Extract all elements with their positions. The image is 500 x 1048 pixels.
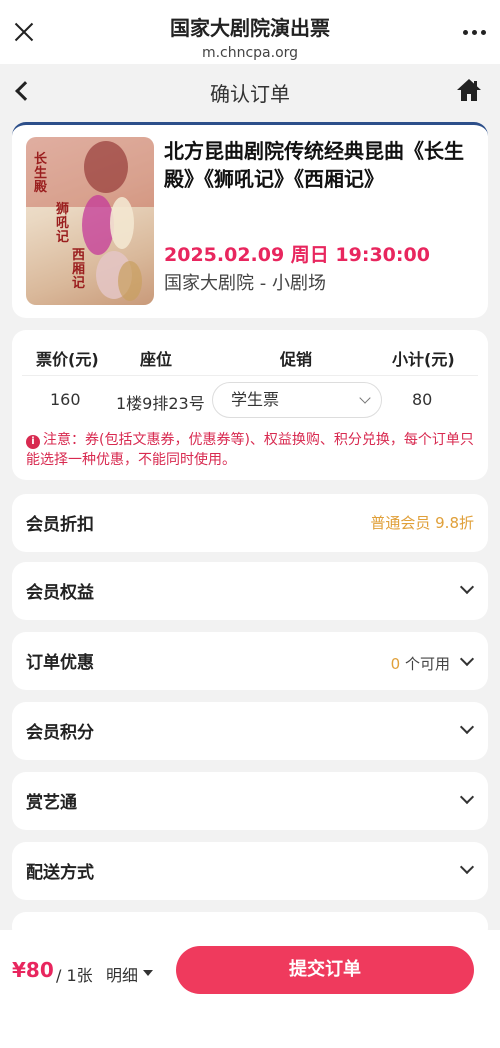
- chevron-down-icon: [459, 789, 475, 805]
- chevron-down-icon: [459, 859, 475, 875]
- order-discount-available: 0 个可用: [391, 653, 450, 674]
- chevron-down-icon: [459, 579, 475, 595]
- ticket-subtotal: 80: [412, 390, 433, 409]
- shangyitong-label: 赏艺通: [26, 793, 77, 813]
- delivery-label: 配送方式: [26, 863, 94, 883]
- show-card: 长生殿 狮吼记 西厢记 北方昆曲剧院传统经典昆曲《长生殿》《狮吼记》《西厢记》 …: [12, 122, 488, 318]
- available-suffix: 个可用: [400, 655, 450, 673]
- ticket-price: 160: [50, 390, 81, 409]
- checkout-bar: ¥80 / 1张 明细 提交订单: [0, 930, 500, 1048]
- chevron-down-icon: [459, 651, 475, 667]
- notice-text: 注意：券(包括文惠券，优惠券等)、权益换购、积分兑换，每个订单只能选择一种优惠，…: [26, 432, 474, 468]
- show-datetime: 2025.02.09 周日 19:30:00: [164, 244, 430, 266]
- ticket-card: 票价(元) 座位 促销 小计(元) 160 1楼9排23号 学生票 80 i 注意…: [12, 330, 488, 480]
- poster-title-1: 长生殿: [34, 152, 48, 195]
- discount-notice: i 注意：券(包括文惠券，优惠券等)、权益换购、积分兑换，每个订单只能选择一种优惠…: [26, 430, 474, 470]
- member-rights-label: 会员权益: [26, 583, 94, 603]
- divider: [22, 375, 478, 376]
- header-price: 票价(元): [36, 350, 99, 369]
- promo-select-value: 学生票: [231, 390, 280, 409]
- member-discount-row[interactable]: 会员折扣 普通会员 9.8折: [12, 494, 488, 552]
- order-discount-label: 订单优惠: [26, 653, 94, 673]
- more-icon[interactable]: [463, 30, 486, 35]
- table-row: 160 1楼9排23号 学生票 80: [12, 382, 488, 422]
- ticket-header: 票价(元) 座位 促销 小计(元): [12, 346, 488, 370]
- chevron-down-icon: [459, 719, 475, 735]
- detail-toggle[interactable]: 明细: [106, 962, 138, 986]
- member-rights-row[interactable]: 会员权益: [12, 562, 488, 620]
- close-icon[interactable]: [14, 22, 34, 42]
- header-seat: 座位: [140, 350, 173, 369]
- promo-select[interactable]: 学生票: [212, 382, 382, 418]
- total-price: ¥80: [12, 958, 54, 982]
- page-nav: 确认订单: [0, 64, 500, 118]
- page-title: 确认订单: [210, 82, 290, 106]
- poster-title-2: 狮吼记: [56, 202, 70, 245]
- home-icon[interactable]: [456, 78, 482, 102]
- show-name: 北方昆曲剧院传统经典昆曲《长生殿》《狮吼记》《西厢记》: [164, 139, 464, 191]
- ticket-seat: 1楼9排23号: [116, 394, 205, 413]
- show-venue: 国家大剧院 - 小剧场: [164, 273, 326, 294]
- header-subtotal: 小计(元): [392, 350, 455, 369]
- show-poster: 长生殿 狮吼记 西厢记: [26, 137, 154, 305]
- member-discount-value: 普通会员 9.8折: [370, 514, 474, 532]
- header-promo: 促销: [280, 350, 313, 369]
- shangyitong-row[interactable]: 赏艺通: [12, 772, 488, 830]
- member-points-row[interactable]: 会员积分: [12, 702, 488, 760]
- ticket-count: / 1张: [56, 966, 93, 985]
- member-discount-label: 会员折扣: [26, 515, 94, 535]
- submit-order-button[interactable]: 提交订单: [176, 946, 474, 994]
- available-count: 0: [390, 655, 401, 673]
- caret-down-icon[interactable]: [143, 970, 153, 976]
- member-points-label: 会员积分: [26, 723, 94, 743]
- order-discount-row[interactable]: 订单优惠 0 个可用: [12, 632, 488, 690]
- delivery-row[interactable]: 配送方式: [12, 842, 488, 900]
- browser-topbar: 国家大剧院演出票 m.chncpa.org: [0, 0, 500, 64]
- info-icon: i: [26, 435, 40, 449]
- poster-title-3: 西厢记: [72, 248, 86, 291]
- browser-url: m.chncpa.org: [201, 45, 299, 61]
- chevron-down-icon: [359, 392, 371, 404]
- browser-title: 国家大剧院演出票: [170, 16, 330, 40]
